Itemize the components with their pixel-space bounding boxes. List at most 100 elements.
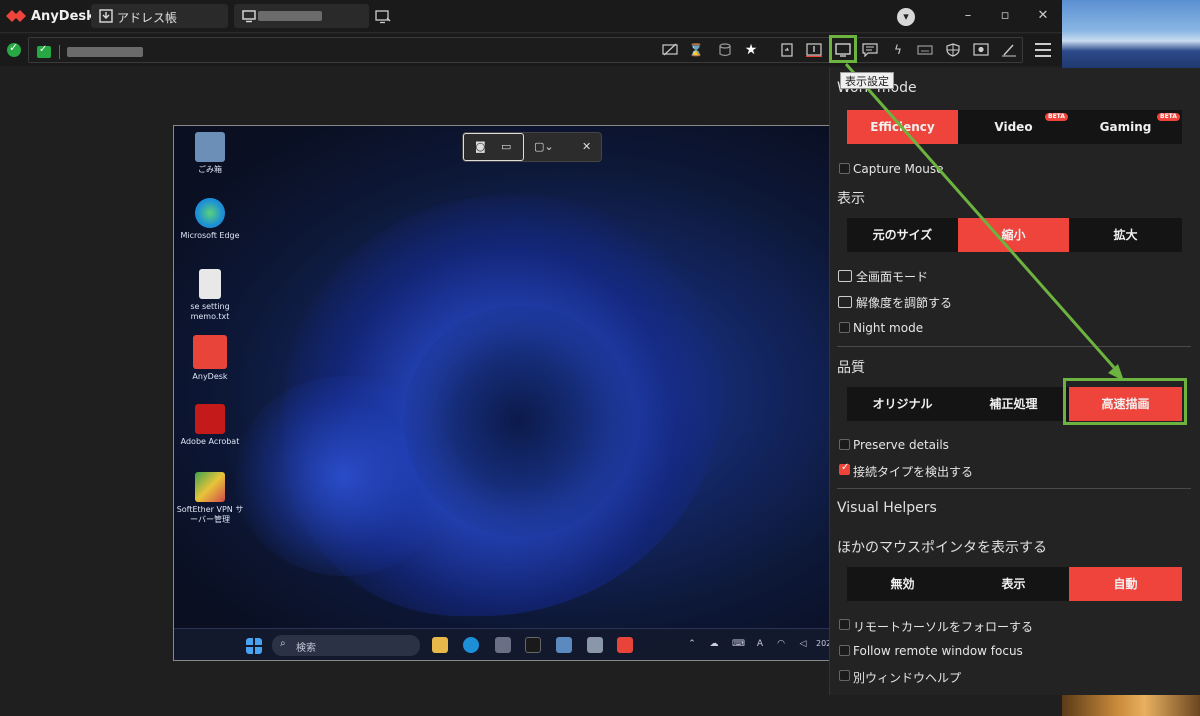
quality-title: 品質	[837, 360, 865, 376]
pointer-disabled[interactable]: 無効	[847, 567, 958, 601]
capture-area-dropdown-icon[interactable]: ▢⌄	[534, 140, 556, 153]
actions-lightning-icon[interactable]: ϟ	[890, 43, 906, 57]
resolution-icon	[838, 296, 852, 308]
work-mode-efficiency[interactable]: Efficiency	[847, 110, 958, 144]
scale-shrink[interactable]: 縮小	[958, 218, 1069, 252]
chat-icon[interactable]	[862, 43, 878, 57]
remote-desktop-icon[interactable]	[556, 637, 572, 653]
anydesk-window: AnyDesk アドレス帳 ▾ – ▫ ✕ ✓ ✓ ⌛ ★ ϟ ごみ箱 Micr…	[0, 0, 1200, 716]
pointer-show[interactable]: 表示	[958, 567, 1069, 601]
detect-connection-checkbox[interactable]	[839, 462, 850, 475]
whiteboard-pen-icon[interactable]	[1001, 43, 1017, 57]
quality-corrected[interactable]: 補正処理	[958, 387, 1069, 421]
separate-window-help-label: 別ウィンドウヘルプ	[853, 671, 962, 685]
close-icon[interactable]: ✕	[582, 140, 596, 153]
file-transfer-icon[interactable]	[779, 43, 795, 57]
follow-cursor-label: リモートカーソルをフォローする	[853, 620, 1034, 634]
search-icon: ⌕	[280, 638, 286, 649]
preserve-details-checkbox[interactable]	[839, 439, 850, 450]
desktop-icon-recycle-bin[interactable]: ごみ箱	[175, 132, 245, 175]
desktop-icon-label: ごみ箱	[198, 165, 222, 174]
fullscreen-option[interactable]: 全画面モード	[856, 268, 928, 285]
scale-stretch[interactable]: 拡大	[1069, 218, 1182, 252]
terminal-icon[interactable]	[525, 637, 541, 653]
speaker-icon[interactable]: ◁	[797, 639, 809, 651]
show-pointer-title: ほかのマウスポインタを表示する	[837, 540, 1047, 556]
permissions-shield-icon[interactable]	[945, 43, 961, 57]
wifi-icon[interactable]: ◠	[775, 639, 787, 651]
section-divider	[837, 346, 1191, 347]
capture-mouse-checkbox[interactable]	[839, 163, 850, 174]
record-icon[interactable]	[973, 43, 989, 57]
video-icon[interactable]: ▭	[501, 140, 515, 153]
keyboard-icon[interactable]	[917, 43, 933, 57]
recycle-bin-icon	[195, 132, 225, 162]
chevron-up-icon[interactable]: ⌃	[686, 639, 698, 651]
scale-original[interactable]: 元のサイズ	[847, 218, 958, 252]
display-settings-highlight	[829, 35, 857, 63]
desktop-background-photo-bottom	[1062, 694, 1200, 716]
desktop-icon-acrobat[interactable]: Adobe Acrobat	[175, 404, 245, 447]
edge-icon	[195, 198, 225, 228]
desktop-icon-label: Adobe Acrobat	[180, 437, 240, 446]
softether-icon	[195, 472, 225, 502]
minimize-icon[interactable]: –	[961, 8, 975, 24]
session-toolbar: ⌛ ★ ϟ	[0, 34, 1062, 66]
verified-icon	[37, 44, 51, 58]
tab-address-book[interactable]: アドレス帳	[91, 4, 228, 28]
ime-icon[interactable]: A	[754, 639, 766, 651]
follow-window-label: Follow remote window focus	[853, 644, 1023, 658]
beta-badge: BETA	[1045, 113, 1068, 121]
desktop-icon-label: se setting memo.txt	[190, 302, 230, 321]
anydesk-logo-icon	[6, 10, 26, 22]
address-separator	[59, 45, 60, 59]
favorite-star-icon[interactable]: ★	[743, 43, 759, 57]
anydesk-icon[interactable]	[617, 637, 633, 653]
separate-window-help-checkbox[interactable]	[839, 670, 850, 681]
follow-cursor-checkbox[interactable]	[839, 619, 850, 630]
show-pointer-selector: 無効 表示 自動	[847, 567, 1182, 601]
edge-icon[interactable]	[463, 637, 479, 653]
desktop-icon-anydesk[interactable]: AnyDesk	[175, 335, 245, 382]
new-tab-icon[interactable]	[375, 10, 391, 24]
display-title: 表示	[837, 191, 865, 207]
tab-remote-session[interactable]	[234, 4, 369, 28]
connection-status-icon	[7, 41, 21, 57]
title-bar: AnyDesk アドレス帳 ▾ – ▫ ✕	[0, 0, 1062, 33]
windows-start-icon[interactable]	[246, 638, 262, 654]
app-icon[interactable]	[587, 637, 603, 653]
quality-original[interactable]: オリジナル	[847, 387, 958, 421]
fast-render-highlight	[1063, 378, 1187, 425]
download-icon[interactable]: ▾	[897, 8, 915, 26]
desktop-icon-text-file[interactable]: se setting memo.txt	[175, 269, 245, 322]
cloud-offline-icon: ☁	[709, 639, 719, 649]
display-settings-tooltip: 表示設定	[840, 72, 894, 89]
taskbar-search[interactable]: ⌕ 検索	[272, 635, 420, 656]
night-mode-label: Night mode	[853, 321, 924, 335]
database-icon[interactable]	[717, 43, 733, 57]
detect-connection-label: 接続タイプを検出する	[853, 465, 974, 479]
night-mode-checkbox[interactable]	[839, 322, 850, 333]
section-divider	[837, 488, 1191, 489]
input-icon[interactable]	[806, 43, 822, 57]
desktop-icon-label: AnyDesk	[192, 372, 228, 381]
hourglass-icon[interactable]: ⌛	[688, 43, 704, 57]
store-icon[interactable]	[495, 637, 511, 653]
redacted-address	[67, 47, 143, 57]
desktop-icon-edge[interactable]: Microsoft Edge	[175, 198, 245, 241]
maximize-icon[interactable]: ▫	[998, 8, 1012, 24]
work-mode-selector: Efficiency Video BETA Gaming BETA	[847, 110, 1182, 144]
menu-icon[interactable]	[1035, 43, 1051, 57]
camera-icon[interactable]: ◙	[475, 140, 489, 153]
display-scale-selector: 元のサイズ 縮小 拡大	[847, 218, 1182, 252]
search-placeholder: 検索	[296, 643, 316, 654]
file-explorer-icon[interactable]	[432, 637, 448, 653]
remote-desktop-view[interactable]: ごみ箱 Microsoft Edge se setting memo.txt A…	[173, 125, 832, 661]
pointer-auto[interactable]: 自動	[1069, 567, 1182, 601]
close-icon[interactable]: ✕	[1036, 8, 1050, 24]
adjust-resolution-option[interactable]: 解像度を調節する	[856, 294, 952, 311]
follow-window-checkbox[interactable]	[839, 645, 850, 656]
privacy-icon[interactable]	[662, 43, 678, 57]
remote-taskbar: ⌕ 検索 ⌃ ☁ ⌨ A ◠ ◁ 202	[174, 628, 831, 660]
desktop-icon-softether[interactable]: SoftEther VPN サーバー管理	[175, 472, 245, 525]
